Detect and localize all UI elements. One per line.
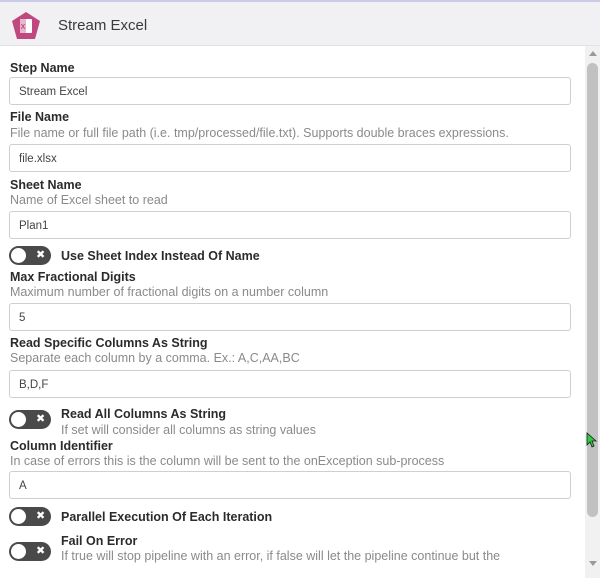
scrollbar-thumb[interactable]: [587, 63, 598, 517]
excel-file-icon: X: [12, 12, 40, 39]
page-title: Stream Excel: [58, 17, 148, 34]
read-all-columns-toggle[interactable]: ✖: [9, 410, 51, 429]
column-identifier-input[interactable]: A: [9, 471, 571, 499]
step-form: Step Name Stream Excel File Name File na…: [0, 46, 584, 578]
read-all-columns-label: Read All Columns As String: [61, 407, 227, 421]
toggle-knob: [11, 412, 26, 427]
sheet-name-input[interactable]: Plan1: [9, 211, 571, 239]
parallel-execution-label: Parallel Execution Of Each Iteration: [61, 510, 273, 524]
vertical-scrollbar[interactable]: [585, 46, 600, 578]
close-icon: ✖: [36, 413, 46, 425]
toggle-knob: [11, 544, 26, 559]
fail-on-error-label: Fail On Error: [61, 534, 138, 548]
file-name-description: File name or full file path (i.e. tmp/pr…: [10, 126, 509, 140]
toggle-knob: [11, 509, 26, 524]
fail-on-error-toggle[interactable]: ✖: [9, 542, 51, 561]
close-icon: ✖: [36, 510, 46, 522]
file-name-input[interactable]: file.xlsx: [9, 144, 571, 172]
max-fractional-digits-label: Max Fractional Digits: [10, 270, 136, 284]
use-sheet-index-label: Use Sheet Index Instead Of Name: [61, 249, 260, 263]
scroll-down-arrow-icon[interactable]: [589, 561, 597, 566]
step-name-input[interactable]: Stream Excel: [9, 77, 571, 105]
read-all-columns-description: If set will consider all columns as stri…: [61, 423, 316, 437]
toggle-knob: [11, 248, 26, 263]
read-specific-columns-input[interactable]: B,D,F: [9, 370, 571, 398]
step-header: X Stream Excel: [0, 2, 600, 46]
sheet-name-label: Sheet Name: [10, 178, 82, 192]
scroll-up-arrow-icon[interactable]: [589, 51, 597, 56]
step-name-label: Step Name: [10, 61, 75, 75]
mouse-cursor-icon: [586, 432, 598, 448]
column-identifier-label: Column Identifier: [10, 439, 113, 453]
read-specific-columns-description: Separate each column by a comma. Ex.: A,…: [10, 351, 300, 365]
sheet-name-description: Name of Excel sheet to read: [10, 193, 168, 207]
close-icon: ✖: [36, 545, 46, 557]
max-fractional-digits-description: Maximum number of fractional digits on a…: [10, 285, 329, 299]
parallel-execution-toggle[interactable]: ✖: [9, 507, 51, 526]
max-fractional-digits-input[interactable]: 5: [9, 303, 571, 331]
column-identifier-description: In case of errors this is the column wil…: [10, 454, 445, 468]
read-specific-columns-label: Read Specific Columns As String: [10, 336, 208, 350]
use-sheet-index-toggle[interactable]: ✖: [9, 246, 51, 265]
close-icon: ✖: [36, 249, 46, 261]
fail-on-error-description: If true will stop pipeline with an error…: [61, 549, 501, 563]
svg-text:X: X: [21, 24, 26, 31]
file-name-label: File Name: [10, 110, 70, 124]
